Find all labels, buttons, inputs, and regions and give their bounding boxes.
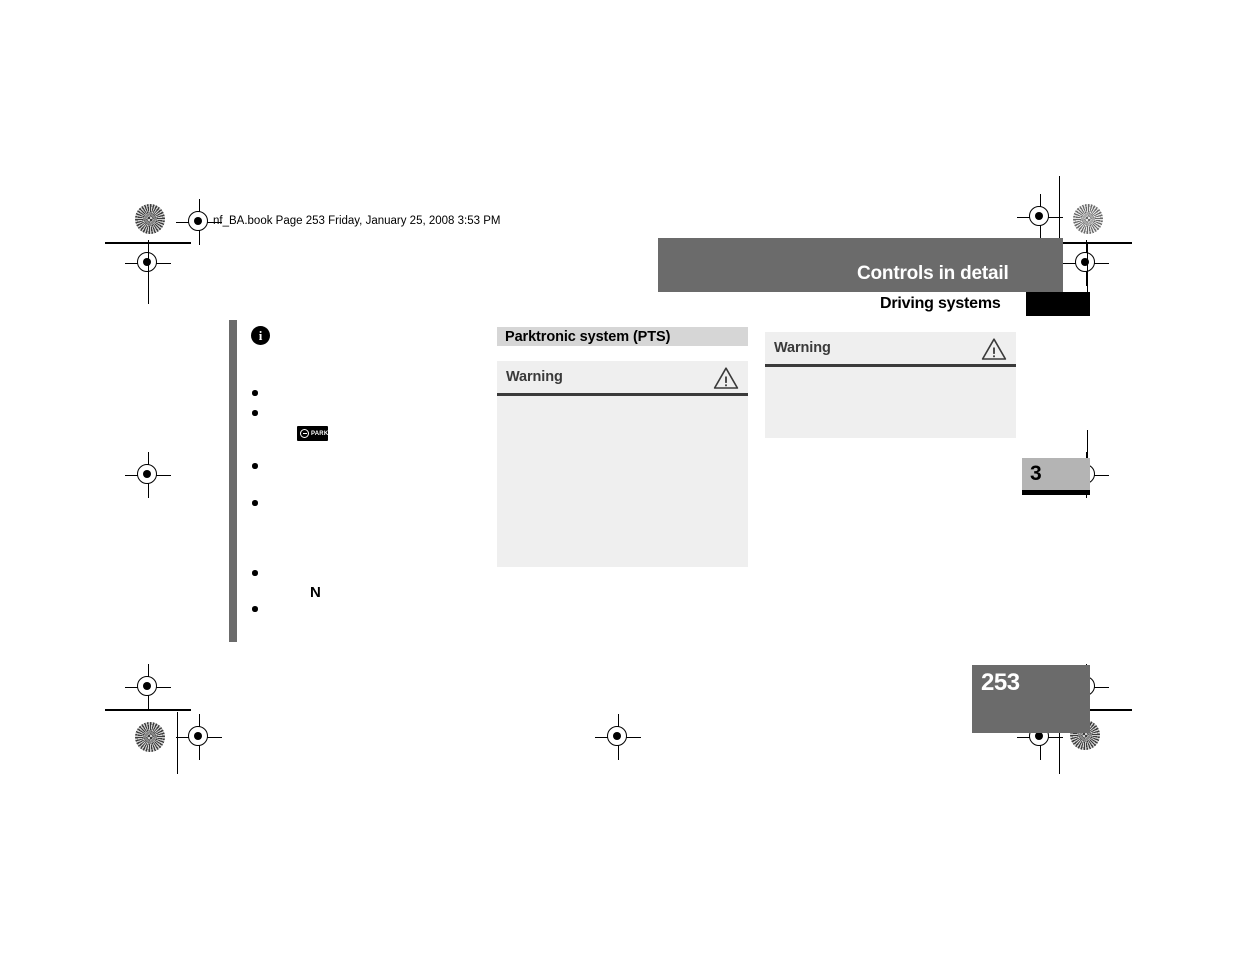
warning-box-right: Warning (765, 332, 1016, 438)
trim-mark-top-right-vertical (1058, 176, 1060, 240)
registration-cross-top-right (1017, 194, 1063, 240)
list-item-bullet-1 (252, 390, 258, 396)
registration-cross-left-middle (125, 452, 171, 498)
chapter-tab-number: 3 (1030, 462, 1042, 485)
note-vertical-rule (229, 320, 237, 642)
registration-target-bottom-left (135, 722, 165, 752)
warning-triangle-icon (981, 337, 1007, 361)
list-item-bullet-3 (252, 463, 258, 469)
running-header-title: Controls in detail (857, 263, 1009, 284)
park-ring-icon (300, 429, 309, 438)
warning-box-right-title: Warning (774, 340, 831, 356)
list-item-bullet-5 (252, 570, 258, 576)
trim-mark-bottom-left-horizontal (105, 709, 191, 711)
running-header-subtitle: Driving systems (880, 295, 1001, 312)
inline-gear-glyph-n: N (310, 584, 321, 601)
registration-cross-bottom-center (595, 714, 641, 760)
trim-mark-top-left-vertical (147, 242, 149, 304)
section-heading-parktronic: Parktronic system (PTS) (497, 327, 748, 346)
warning-box-right-body (765, 372, 1016, 432)
warning-box-middle: Warning (497, 361, 748, 567)
document-page: nf_BA.book Page 253 Friday, January 25, … (0, 0, 1235, 954)
registration-target-top-left (135, 204, 165, 234)
park-badge-label: PARK (311, 430, 329, 437)
info-icon-glyph: i (258, 328, 263, 343)
warning-box-middle-body (497, 401, 748, 561)
list-item-bullet-4 (252, 500, 258, 506)
section-heading-label: Parktronic system (PTS) (505, 328, 671, 345)
list-item-bullet-2 (252, 410, 258, 416)
file-stamp-line: nf_BA.book Page 253 Friday, January 25, … (213, 215, 501, 227)
page-number: 253 (981, 669, 1020, 696)
trim-mark-bottom-right-horizontal (1086, 709, 1132, 711)
chapter-tab-rule (1022, 490, 1090, 495)
parktronic-indicator-badge: PARK (297, 426, 328, 441)
list-item-bullet-6 (252, 606, 258, 612)
warning-box-middle-title: Warning (506, 369, 563, 385)
registration-target-top-right (1073, 204, 1103, 234)
warning-triangle-icon (713, 366, 739, 390)
registration-cross-bottom-left (176, 714, 222, 760)
header-tab-marker (1026, 292, 1090, 316)
info-icon: i (251, 326, 270, 345)
registration-cross-left-lower (125, 664, 171, 710)
